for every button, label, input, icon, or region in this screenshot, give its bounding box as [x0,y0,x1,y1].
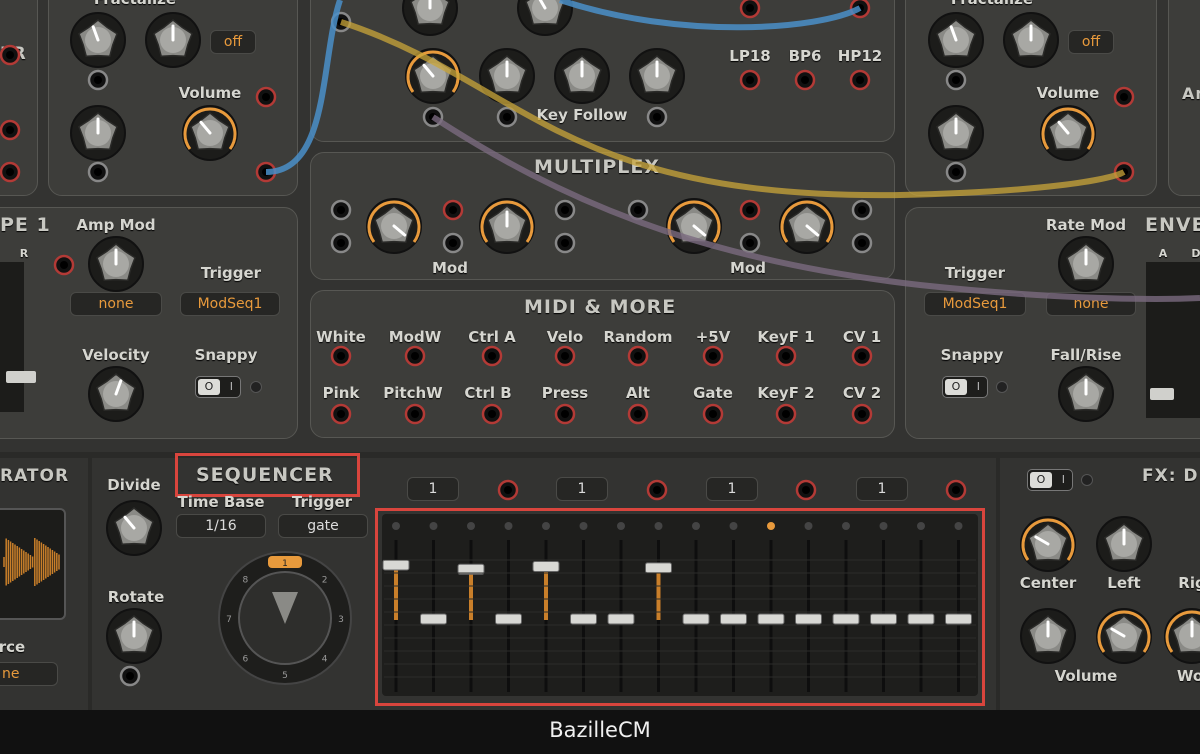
env-left-snappy-label: Snappy [194,346,258,364]
generator-display [0,508,66,620]
midi-cv2-label: CV 2 [842,384,882,402]
midi-white-label: White [316,328,366,346]
volume-label-left: Volume [178,84,242,102]
midi-alt-label: Alt [626,384,650,402]
env-right-d-label: D [1191,247,1200,260]
fractalize-label-left: Fractalize [94,0,176,8]
midi-modw-label: ModW [388,328,442,346]
osc-left-panel [48,0,298,196]
osc-left-side-text: ER [0,44,27,64]
step-slider-highlight [375,508,985,706]
rotate-label: Rotate [107,588,165,606]
rate-mod-label: Rate Mod [1045,216,1127,234]
sequencer-trigger-label: Trigger [291,493,353,511]
volume-label-right: Volume [1036,84,1100,102]
fractalize-off-display-left[interactable]: off [210,30,256,54]
env-left-snappy-led [250,381,262,393]
time-base-label: Time Base [177,493,265,511]
env-left-title: PE 1 [0,214,51,236]
velocity-label: Velocity [82,346,150,364]
multiplex-title: MULTIPLEX [534,156,660,178]
env-left-r-label: R [19,247,29,260]
midi-ctrl-b-label: Ctrl B [464,384,512,402]
env-right-snappy-toggle[interactable]: OI [942,376,988,398]
generator-title: RATOR [0,466,70,486]
amp-mod-display[interactable]: none [70,292,162,316]
fx-w-label: Wo [1176,667,1200,685]
multiplex-mod-label-1: Mod [432,259,468,277]
midi-cv1-label: CV 1 [842,328,882,346]
env-left-trigger-label: Trigger [200,264,262,282]
fx-volume-label: Volume [1054,667,1118,685]
time-base-display[interactable]: 1/16 [176,514,266,538]
fx-right-label: Rig [1178,574,1200,592]
generator-source-display[interactable]: ne [0,662,58,686]
midi-velo-label: Velo [546,328,584,346]
app-footer: BazilleCM [0,710,1200,754]
fx-toggle[interactable]: OI [1027,469,1073,491]
midi-keyf2-label: KeyF 2 [757,384,815,402]
osc-far-left-panel [0,0,38,196]
fx-led [1081,474,1093,486]
multiplex-mod-label-2: Mod [730,259,766,277]
fractalize-off-display-right[interactable]: off [1068,30,1114,54]
env-right-snappy-label: Snappy [940,346,1004,364]
fx-left-label: Left [1107,574,1141,592]
env-left-panel [0,207,298,439]
step-group-4-value[interactable]: 1 [856,477,908,501]
fx-title: FX: D [1142,466,1199,486]
key-follow-label: Key Follow [536,106,628,124]
osc-right-side-text: Am [1182,84,1200,103]
step-group-2-value[interactable]: 1 [556,477,608,501]
rate-mod-display[interactable]: none [1046,292,1136,316]
midi-5v-label: +5V [695,328,731,346]
env-left-snappy-toggle[interactable]: OI [195,376,241,398]
midi-ctrl-a-label: Ctrl A [468,328,516,346]
env-right-a-label: A [1158,247,1168,260]
divide-label: Divide [107,476,161,494]
fx-center-label: Center [1019,574,1077,592]
env-right-trigger-display[interactable]: ModSeq1 [924,292,1026,316]
step-group-3-value[interactable]: 1 [706,477,758,501]
amp-mod-label: Amp Mod [76,216,156,234]
env-right-trigger-label: Trigger [944,264,1006,282]
sequencer-trigger-display[interactable]: gate [278,514,368,538]
midi-keyf1-label: KeyF 1 [757,328,815,346]
midi-pitchw-label: PitchW [383,384,443,402]
env-right-title: ENVE [1145,214,1200,236]
midi-pink-label: Pink [322,384,360,402]
env-right-snappy-led [996,381,1008,393]
filter-mode-lp18: LP18 [729,47,771,65]
midi-random-label: Random [603,328,673,346]
fractalize-label-right: Fractalize [951,0,1033,8]
filter-mode-hp12: HP12 [837,47,883,65]
env-left-slider-track [0,262,24,412]
midi-gate-label: Gate [693,384,733,402]
fall-rise-label: Fall/Rise [1050,346,1122,364]
generator-source-label: rce [0,638,26,656]
midi-more-title: MIDI & MORE [524,296,677,318]
env-left-slider-handle[interactable] [6,371,36,383]
midi-press-label: Press [541,384,589,402]
env-left-trigger-display[interactable]: ModSeq1 [180,292,280,316]
osc-right-panel [905,0,1157,196]
filter-mode-bp6: BP6 [788,47,822,65]
step-group-1-value[interactable]: 1 [407,477,459,501]
sequencer-title-highlight [175,453,360,497]
app-name: BazilleCM [549,718,651,742]
env-right-slider-handle[interactable] [1150,388,1174,400]
